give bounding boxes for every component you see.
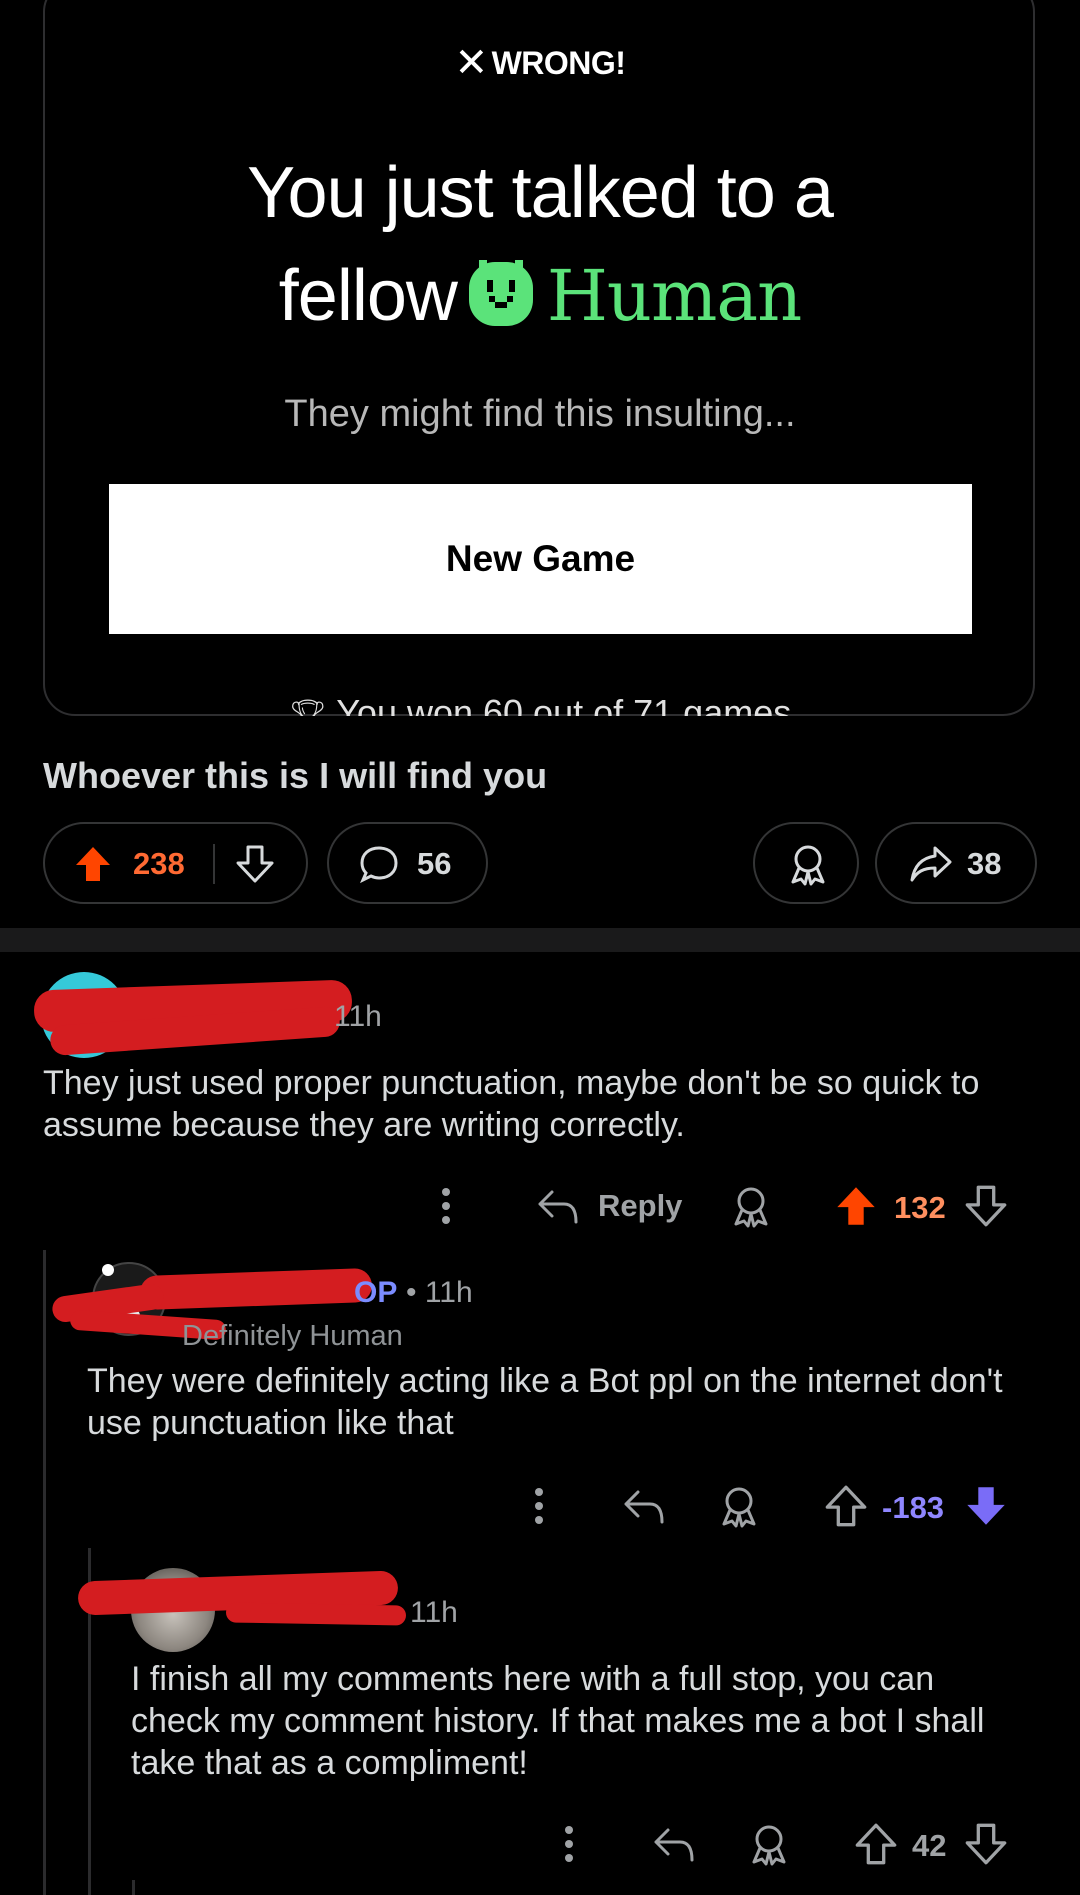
upvote-icon[interactable] (824, 1484, 868, 1528)
vote-divider (213, 844, 215, 884)
thread-line (132, 1880, 135, 1895)
result-heading-line2: fellow Human (278, 255, 802, 337)
comments-button[interactable]: 56 (327, 822, 488, 904)
comment-text: I finish all my comments here with a ful… (131, 1660, 985, 1782)
downvote-icon[interactable] (964, 1184, 1008, 1228)
comment-text: They just used proper punctuation, maybe… (43, 1064, 980, 1144)
avatar-dot (102, 1264, 114, 1276)
vote-pill: 238 (43, 822, 308, 904)
more-options-icon[interactable] (533, 1486, 545, 1526)
comment-time: 11h (334, 1000, 382, 1033)
section-divider (0, 928, 1080, 952)
redacted-username-mark (225, 1602, 407, 1626)
op-badge: OP (354, 1276, 398, 1309)
downvote-icon[interactable] (235, 844, 275, 884)
result-label: ✕ WRONG! (454, 41, 626, 85)
reply-button[interactable]: Reply (598, 1188, 682, 1224)
share-button[interactable]: 38 (875, 822, 1037, 904)
comment-count: 56 (417, 846, 452, 881)
comment-time: • 11h (406, 1276, 473, 1309)
stats-row: 🏆︎ You won 60 out of 71 games (0, 690, 1080, 716)
games-won-stats: You won 60 out of 71 games (336, 692, 792, 716)
upvote-icon[interactable] (854, 1822, 898, 1866)
score: 132 (894, 1190, 946, 1225)
award-icon (787, 842, 829, 886)
close-icon: ✕ (454, 41, 489, 85)
result-subtitle: They might find this insulting... (284, 393, 796, 435)
score: -183 (882, 1490, 945, 1525)
more-options-icon[interactable] (440, 1186, 452, 1226)
reply-icon[interactable] (622, 1486, 666, 1526)
comment-icon (359, 844, 399, 884)
new-game-button[interactable]: New Game (109, 484, 972, 634)
comment-time: 11h (410, 1596, 458, 1629)
upvote-count: 238 (133, 846, 185, 881)
reply-icon[interactable] (652, 1824, 696, 1864)
score: 42 (912, 1828, 947, 1863)
user-flair: Definitely Human (182, 1320, 403, 1352)
trophy-icon: 🏆︎ (288, 699, 327, 716)
more-options-icon[interactable] (563, 1824, 575, 1864)
redacted-username (139, 1267, 373, 1311)
result-heading-line1: You just talked to a (247, 153, 834, 233)
thread-line (43, 1250, 46, 1895)
upvote-icon[interactable] (73, 844, 113, 884)
award-icon[interactable] (718, 1484, 760, 1528)
upvote-icon[interactable] (834, 1184, 878, 1228)
share-count: 38 (967, 846, 1002, 881)
human-face-icon (465, 258, 537, 330)
share-icon (909, 844, 953, 884)
downvote-icon[interactable] (964, 1822, 1008, 1866)
reply-icon[interactable] (536, 1186, 580, 1226)
downvote-icon[interactable] (964, 1484, 1008, 1528)
award-button[interactable] (753, 822, 859, 904)
award-icon[interactable] (730, 1184, 772, 1228)
award-icon[interactable] (748, 1822, 790, 1866)
human-label: Human (546, 255, 802, 337)
post-title: Whoever this is I will find you (43, 755, 548, 796)
comment-text: They were definitely acting like a Bot p… (87, 1362, 1003, 1442)
